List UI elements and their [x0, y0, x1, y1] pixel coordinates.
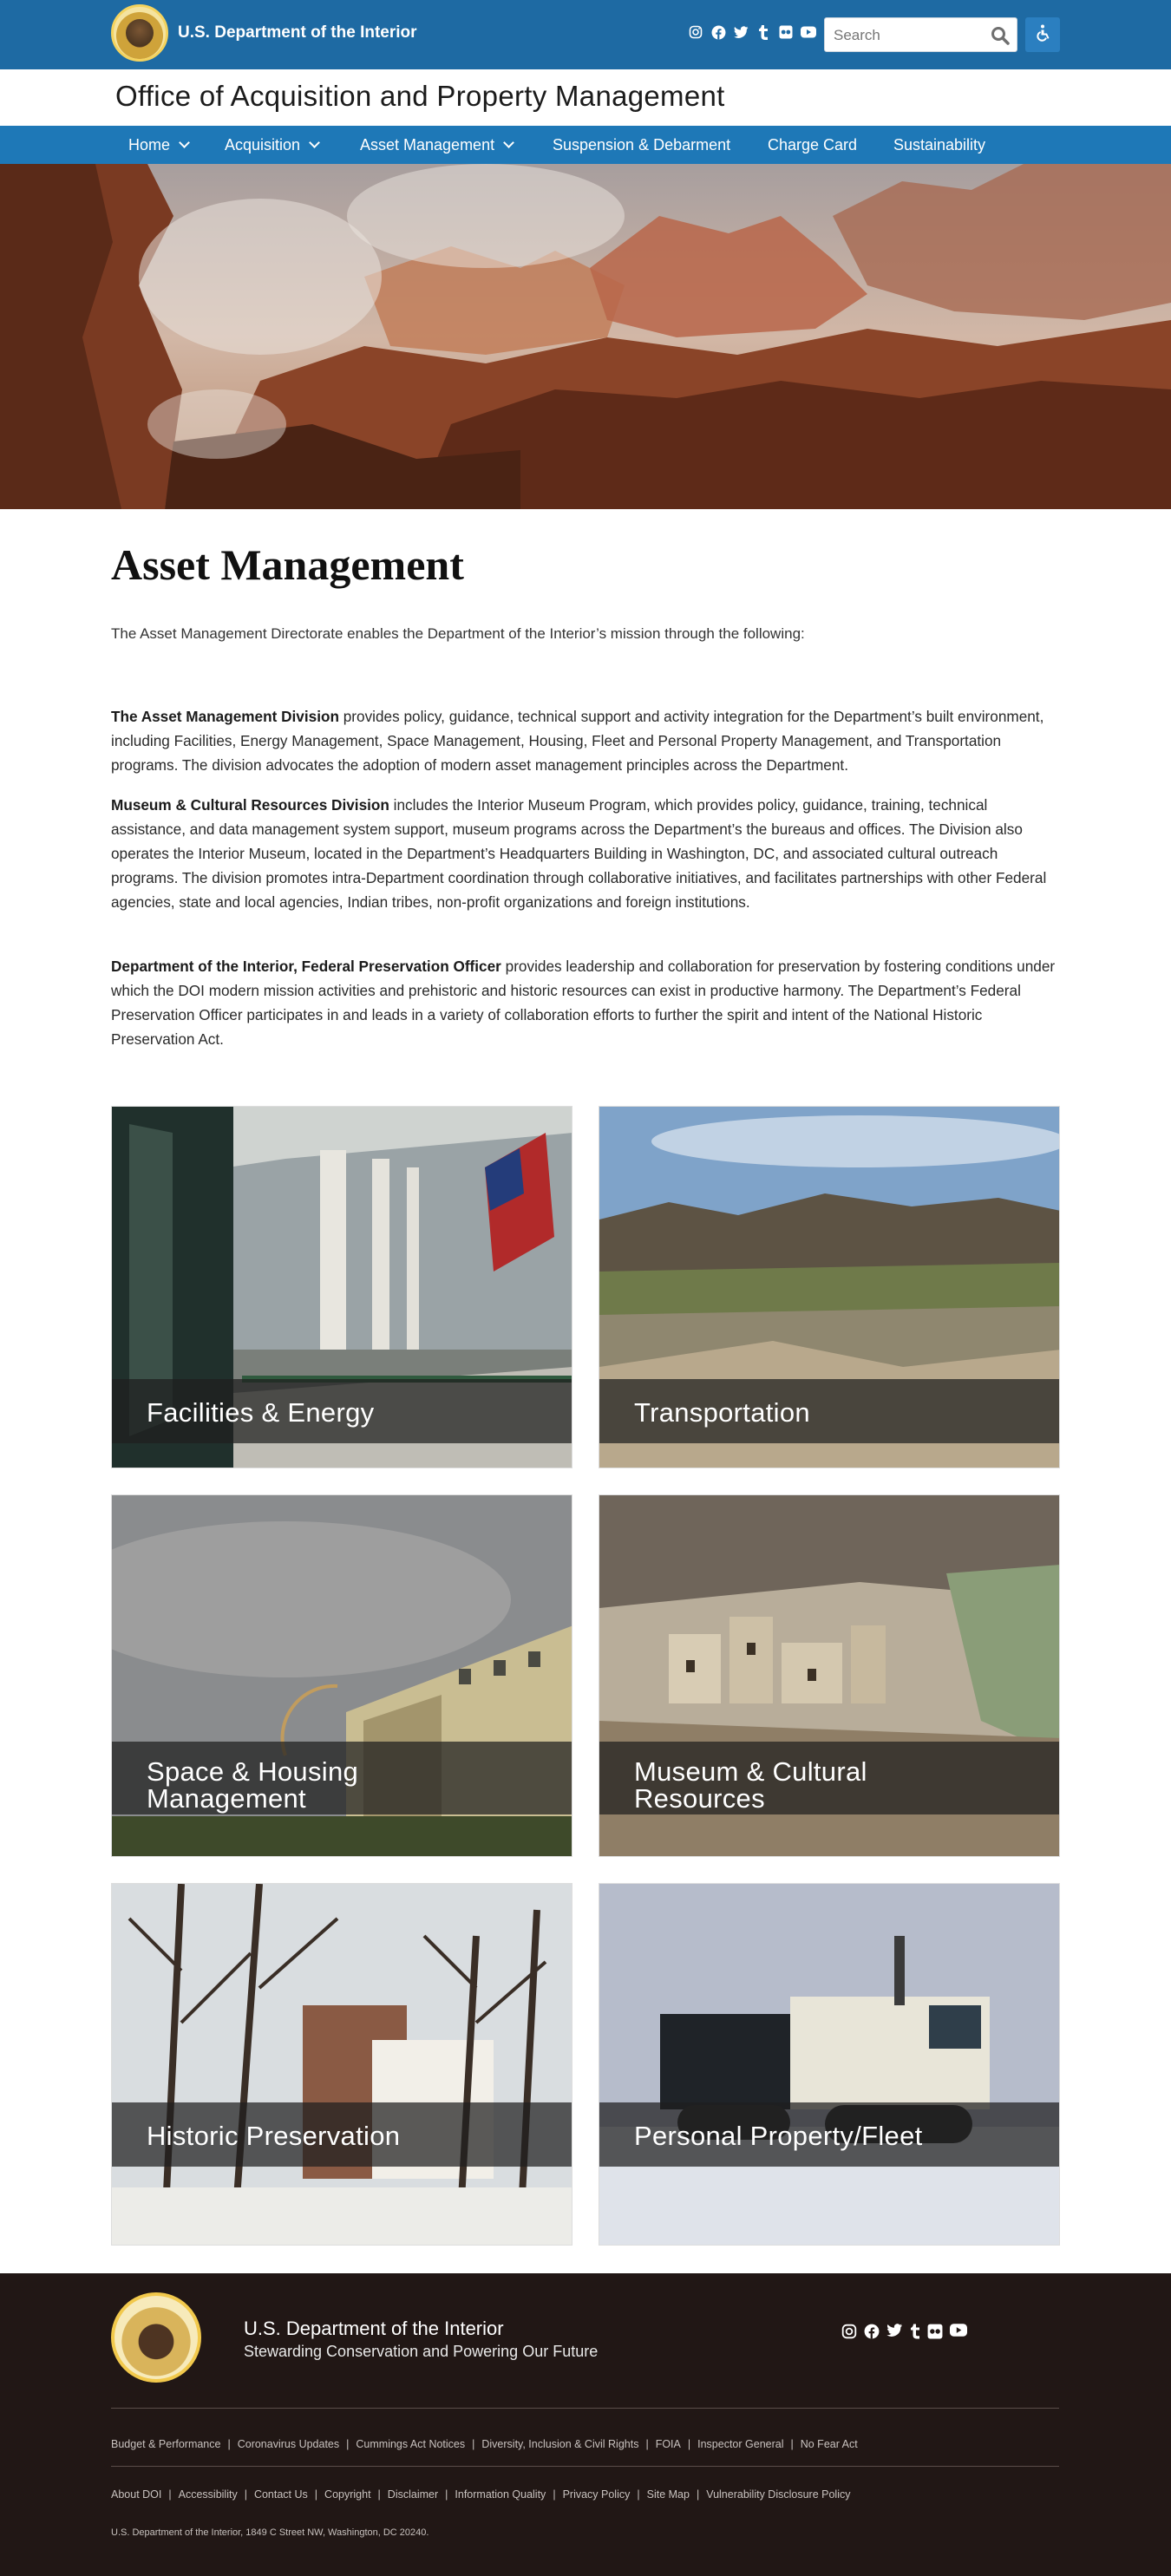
footer-divider [111, 2408, 1059, 2409]
nav-item-label: Acquisition [225, 136, 301, 154]
intro-text: The Asset Management Directorate enables… [111, 625, 805, 642]
youtube-icon[interactable] [950, 2324, 967, 2344]
footer-title[interactable]: U.S. Department of the Interior [244, 2318, 504, 2340]
site-name[interactable]: Office of Acquisition and Property Manag… [115, 80, 725, 113]
chevron-down-icon [179, 137, 190, 148]
footer-link[interactable]: Inspector General [697, 2438, 783, 2450]
footer-link[interactable]: Information Quality [455, 2488, 546, 2501]
accessibility-icon [1033, 23, 1052, 47]
accessibility-button[interactable] [1025, 17, 1060, 52]
footer-link[interactable]: Copyright [324, 2488, 371, 2501]
nav-item-acquisition[interactable]: Acquisition [225, 126, 320, 164]
paragraph-heading: Department of the Interior, Federal Pres… [111, 958, 501, 975]
footer-link[interactable]: About DOI [111, 2488, 161, 2501]
card-label: Transportation [634, 1397, 810, 1428]
nav-item-label: Home [128, 136, 171, 154]
card-label: Historic Preservation [147, 2121, 401, 2151]
card-transportation[interactable]: Transportation [599, 1106, 1060, 1468]
footer-link[interactable]: Privacy Policy [563, 2488, 631, 2501]
footer-link[interactable]: Coronavirus Updates [238, 2438, 339, 2450]
instagram-icon[interactable] [841, 2324, 857, 2344]
search-field[interactable] [824, 17, 1017, 52]
org-name-link[interactable]: U.S. Department of the Interior [178, 23, 417, 42]
nav-item-charge-card[interactable]: Charge Card [768, 126, 857, 164]
footer-divider [111, 2466, 1059, 2467]
footer-social-links [841, 2324, 967, 2344]
tumblr-icon[interactable] [910, 2324, 920, 2344]
footer-address: U.S. Department of the Interior, 1849 C … [111, 2527, 429, 2538]
footer-links-row-1: Budget & Performance | Coronavirus Update… [111, 2438, 858, 2450]
nav-item-label: Suspension & Debarment [553, 136, 731, 154]
paragraph-asset-management-division: The Asset Management Division provides p… [111, 704, 1061, 777]
footer-doi-seal-logo[interactable] [111, 2292, 201, 2383]
nav-item-label: Sustainability [893, 136, 986, 154]
tumblr-icon[interactable] [756, 24, 771, 40]
card-label: Space & Housing Management [147, 1756, 359, 1814]
footer-link[interactable]: Vulnerability Disclosure Policy [706, 2488, 850, 2501]
footer-link[interactable]: Budget & Performance [111, 2438, 220, 2450]
search-input[interactable] [834, 26, 981, 45]
social-links [688, 24, 816, 43]
chevron-down-icon [503, 137, 514, 148]
nav-item-suspension-debarment[interactable]: Suspension & Debarment [553, 126, 730, 164]
nav-item-label: Asset Management [360, 136, 495, 154]
twitter-icon[interactable] [733, 24, 749, 40]
page-title: Asset Management [111, 540, 464, 589]
facebook-icon[interactable] [864, 2324, 880, 2344]
footer-link[interactable]: No Fear Act [801, 2438, 858, 2450]
card-label: Facilities & Energy [147, 1397, 375, 1428]
footer-link[interactable]: Diversity, Inclusion & Civil Rights [481, 2438, 638, 2450]
main-nav: Home Acquisition Asset Management Suspen… [0, 126, 1171, 164]
flickr-icon[interactable] [927, 2324, 943, 2344]
card-space-housing-management[interactable]: Space & Housing Management [111, 1494, 572, 1857]
paragraph-heading: Museum & Cultural Resources Division [111, 796, 389, 814]
youtube-icon[interactable] [801, 24, 816, 40]
footer-tagline: Stewarding Conservation and Powering Our… [244, 2343, 599, 2360]
card-label: Museum & Cultural Resources [634, 1756, 867, 1814]
card-historic-preservation[interactable]: Historic Preservation [111, 1883, 572, 2246]
facebook-icon[interactable] [710, 24, 726, 40]
card-label: Personal Property/Fleet [634, 2121, 923, 2151]
paragraph-heading: The Asset Management Division [111, 708, 339, 725]
footer-link[interactable]: FOIA [656, 2438, 681, 2450]
fleet-snow-vehicle-image [599, 1884, 1059, 2245]
footer-link[interactable]: Contact Us [254, 2488, 308, 2501]
top-bar: U.S. Department of the Interior [0, 0, 1171, 69]
nav-item-home[interactable]: Home [128, 126, 190, 164]
chevron-down-icon [309, 137, 320, 148]
nav-item-asset-management[interactable]: Asset Management [360, 126, 514, 164]
paragraph-museum-division: Museum & Cultural Resources Division inc… [111, 793, 1061, 914]
card-facilities-energy[interactable]: Facilities & Energy [111, 1106, 572, 1468]
nav-item-sustainability[interactable]: Sustainability [893, 126, 985, 164]
twitter-icon[interactable] [886, 2324, 903, 2344]
search-icon[interactable] [991, 26, 1010, 45]
doi-seal-logo[interactable] [111, 4, 168, 62]
flickr-icon[interactable] [778, 24, 794, 40]
footer-link[interactable]: Disclaimer [388, 2488, 438, 2501]
footer-link[interactable]: Accessibility [179, 2488, 238, 2501]
footer-links-row-2: About DOI | Accessibility | Contact Us | Co… [111, 2488, 851, 2501]
hero-banner-image [0, 164, 1171, 509]
footer-link[interactable]: Site Map [647, 2488, 690, 2501]
footer-link[interactable]: Cummings Act Notices [356, 2438, 465, 2450]
nav-item-label: Charge Card [768, 136, 858, 154]
paragraph-preservation-officer: Department of the Interior, Federal Pres… [111, 954, 1061, 1051]
card-personal-property-fleet[interactable]: Personal Property/Fleet [599, 1883, 1060, 2246]
card-museum-cultural-resources[interactable]: Museum & Cultural Resources [599, 1494, 1060, 1857]
historic-house-trees-image [112, 1884, 572, 2245]
instagram-icon[interactable] [688, 24, 703, 40]
